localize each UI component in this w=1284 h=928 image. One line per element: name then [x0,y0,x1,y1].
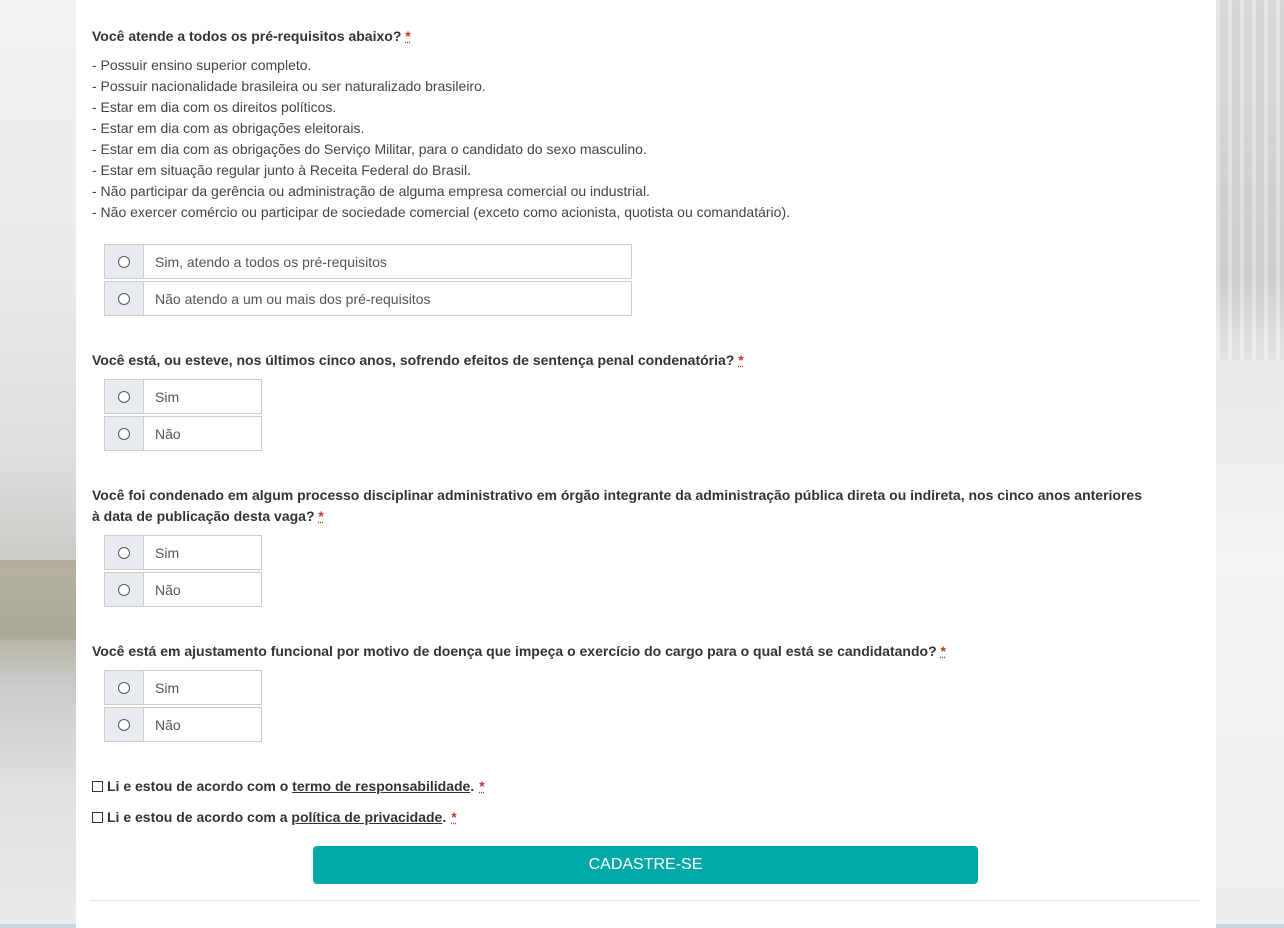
option-no[interactable]: Não [104,572,262,607]
disciplinary-radio-group: Sim Não [104,535,262,609]
privacy-suffix: . [442,809,447,825]
option-yes[interactable]: Sim [104,670,262,705]
required-marker: * [318,508,324,524]
option-yes[interactable]: Sim [104,535,262,570]
radio-circle-icon [118,718,130,731]
radio-button[interactable] [105,380,144,413]
requirements-list: - Possuir ensino superior completo. - Po… [92,55,1192,223]
option-no[interactable]: Não [104,416,262,451]
requirement-item: - Estar em dia com as obrigações eleitor… [92,120,365,136]
radio-button[interactable] [105,536,144,569]
option-label: Não atendo a um ou mais dos pré-requisit… [155,290,431,307]
option-label: Sim [155,388,180,405]
radio-button[interactable] [105,282,144,315]
requirement-item: - Estar em dia com os direitos políticos… [92,99,337,115]
option-yes-prerequisites[interactable]: Sim, atendo a todos os pré-requisitos [104,244,632,279]
privacy-link[interactable]: política de privacidade [291,809,442,825]
question-disciplinary-process: Você foi condenado em algum processo dis… [92,485,1202,527]
prerequisites-radio-group: Sim, atendo a todos os pré-requisitos Nã… [104,244,632,318]
radio-circle-icon [118,255,130,268]
requirement-item: - Estar em situação regular junto à Rece… [92,162,471,178]
radio-button[interactable] [105,708,144,741]
question-penal-sentence: Você está, ou esteve, nos últimos cinco … [92,350,1202,371]
question-functional-adjustment: Você está em ajustamento funcional por m… [92,641,1202,662]
background-right [1216,0,1284,928]
required-marker: * [451,809,457,825]
question-prerequisites: Você atende a todos os pré-requisitos ab… [92,26,1202,47]
terms-suffix: . [470,778,475,794]
option-label: Não [155,581,181,598]
terms-link[interactable]: termo de responsabilidade [292,778,470,794]
question-title-line1: Você foi condenado em algum processo dis… [92,487,1142,503]
penal-sentence-radio-group: Sim Não [104,379,262,453]
radio-circle-icon [118,390,130,403]
option-label: Não [155,425,181,442]
option-label: Sim [155,544,180,561]
required-marker: * [738,352,744,368]
terms-agreement: Li e estou de acordo com o termo de resp… [92,778,485,794]
required-marker: * [405,28,411,44]
background-left [0,0,76,928]
requirement-item: - Possuir nacionalidade brasileira ou se… [92,78,486,94]
radio-button[interactable] [105,671,144,704]
option-label: Sim, atendo a todos os pré-requisitos [155,253,387,270]
radio-button[interactable] [105,417,144,450]
radio-circle-icon [118,427,130,440]
question-title: Você está, ou esteve, nos últimos cinco … [92,352,735,368]
divider [90,900,1200,901]
radio-button[interactable] [105,573,144,606]
option-label: Sim [155,679,180,696]
option-no-prerequisites[interactable]: Não atendo a um ou mais dos pré-requisit… [104,281,632,316]
requirement-item: - Estar em dia com as obrigações do Serv… [92,141,647,157]
radio-circle-icon [118,292,130,305]
functional-adjustment-radio-group: Sim Não [104,670,262,744]
question-title: Você atende a todos os pré-requisitos ab… [92,28,402,44]
radio-button[interactable] [105,245,144,278]
privacy-agreement: Li e estou de acordo com a política de p… [92,809,457,825]
question-title-line2: à data de publicação desta vaga? [92,508,315,524]
required-marker: * [940,643,946,659]
requirement-item: - Não participar da gerência ou administ… [92,183,650,199]
form-panel: Você atende a todos os pré-requisitos ab… [76,0,1216,928]
option-label: Não [155,716,181,733]
required-marker: * [479,778,485,794]
radio-circle-icon [118,583,130,596]
option-yes[interactable]: Sim [104,379,262,414]
requirement-item: - Possuir ensino superior completo. [92,57,312,73]
requirement-item: - Não exercer comércio ou participar de … [92,204,791,220]
radio-circle-icon [118,546,130,559]
privacy-prefix: Li e estou de acordo com a [107,809,292,825]
question-title: Você está em ajustamento funcional por m… [92,643,937,659]
terms-prefix: Li e estou de acordo com o [107,778,293,794]
radio-circle-icon [118,681,130,694]
terms-checkbox[interactable] [92,780,103,792]
option-no[interactable]: Não [104,707,262,742]
privacy-checkbox[interactable] [92,811,103,823]
register-button[interactable]: CADASTRE-SE [313,846,978,884]
